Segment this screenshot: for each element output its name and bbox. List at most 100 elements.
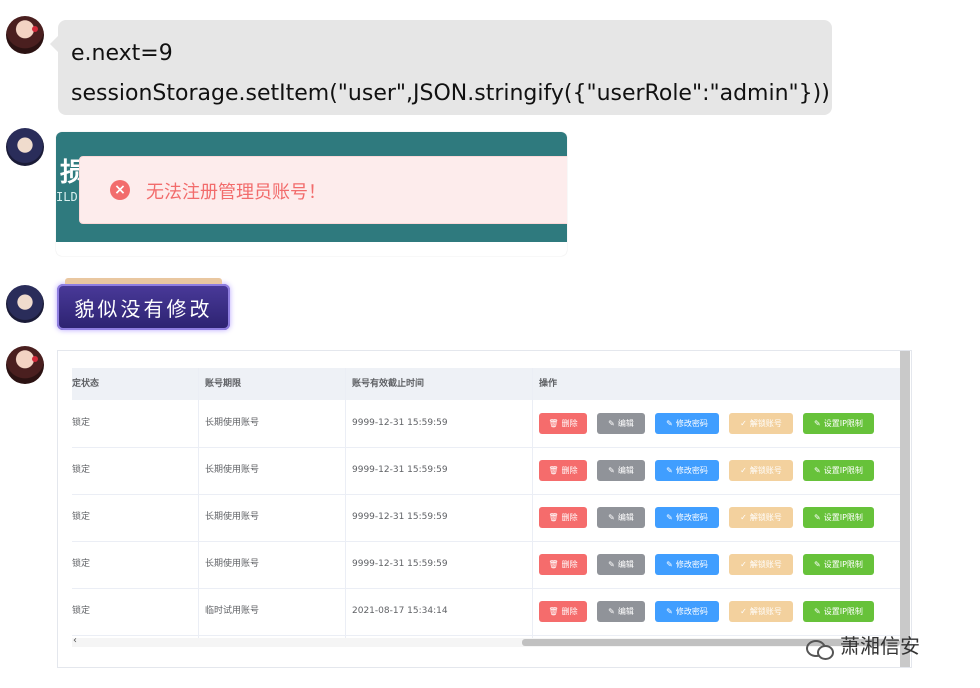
scroll-left-arrow[interactable]: ‹ — [73, 635, 77, 646]
change-password-label: 修改密码 — [675, 419, 708, 428]
sticker-text: 貌似没有修改 — [74, 297, 213, 321]
edit-label: 编辑 — [617, 560, 634, 569]
pencil-icon: ✎ — [608, 419, 615, 428]
edit-button[interactable]: ✎ 编辑 — [597, 507, 645, 528]
change-password-label: 修改密码 — [675, 607, 708, 616]
change-password-button[interactable]: ✎ 修改密码 — [655, 554, 719, 575]
delete-button[interactable]: 🗑 删除 — [539, 460, 587, 481]
check-icon: ✓ — [740, 607, 747, 616]
ip-limit-label: 设置IP限制 — [823, 419, 863, 428]
pencil-icon: ✎ — [666, 560, 673, 569]
cell-term: 长期使用账号 — [205, 559, 260, 569]
delete-label: 删除 — [561, 607, 578, 616]
trash-icon: 🗑 — [548, 560, 559, 569]
cell-status: 锁定 — [72, 606, 91, 616]
delete-button[interactable]: 🗑 删除 — [539, 413, 587, 434]
unlock-label: 解锁账号 — [749, 513, 782, 522]
pencil-icon: ✎ — [666, 513, 673, 522]
cell-term: 临时试用账号 — [205, 606, 260, 616]
alert-message: 无法注册管理员账号！ — [146, 182, 326, 203]
trash-icon: 🗑 — [548, 513, 559, 522]
avatar[interactable] — [6, 285, 44, 323]
vertical-scrollbar[interactable] — [900, 351, 910, 667]
chat-message-table-image[interactable]: 定状态 账号期限 账号有效截止时间 操作 锁定 长期使用账号 9999-12-3… — [57, 350, 912, 668]
avatar[interactable] — [6, 16, 44, 54]
ip-limit-label: 设置IP限制 — [823, 607, 863, 616]
ip-limit-label: 设置IP限制 — [823, 560, 863, 569]
cell-expire: 9999-12-31 15:59:59 — [352, 559, 448, 569]
edit-button[interactable]: ✎ 编辑 — [597, 460, 645, 481]
avatar[interactable] — [6, 346, 44, 384]
header-status: 定状态 — [72, 379, 100, 389]
avatar-accent — [32, 26, 38, 32]
edit-button[interactable]: ✎ 编辑 — [597, 413, 645, 434]
table-header: 定状态 账号期限 账号有效截止时间 操作 — [72, 368, 900, 400]
unlock-button[interactable]: ✓ 解锁账号 — [729, 554, 793, 575]
ip-limit-button[interactable]: ✎ 设置IP限制 — [803, 413, 874, 434]
pencil-icon: ✎ — [666, 419, 673, 428]
pencil-icon: ✎ — [608, 607, 615, 616]
cell-expire: 9999-12-31 15:59:59 — [352, 465, 448, 475]
trash-icon: 🗑 — [548, 607, 559, 616]
edit-label: 编辑 — [617, 419, 634, 428]
ip-limit-label: 设置IP限制 — [823, 466, 863, 475]
delete-label: 删除 — [561, 560, 578, 569]
edit-label: 编辑 — [617, 607, 634, 616]
unlock-button[interactable]: ✓ 解锁账号 — [729, 507, 793, 528]
ip-limit-button[interactable]: ✎ 设置IP限制 — [803, 460, 874, 481]
pencil-icon: ✎ — [814, 560, 821, 569]
check-icon: ✓ — [740, 560, 747, 569]
change-password-button[interactable]: ✎ 修改密码 — [655, 601, 719, 622]
trash-icon: 🗑 — [548, 419, 559, 428]
table-row: 锁定 长期使用账号 9999-12-31 15:59:59 🗑 删除 ✎ 编辑 ✎ 修… — [72, 447, 900, 495]
code-line: sessionStorage.setItem("user",JSON.strin… — [71, 81, 830, 106]
table-row: 锁定 长期使用账号 9999-12-31 15:59:59 🗑 删除 ✎ 编辑 ✎ 修… — [72, 400, 900, 448]
change-password-button[interactable]: ✎ 修改密码 — [655, 507, 719, 528]
check-icon: ✓ — [740, 513, 747, 522]
change-password-button[interactable]: ✎ 修改密码 — [655, 460, 719, 481]
pencil-icon: ✎ — [814, 466, 821, 475]
cell-expire: 9999-12-31 15:59:59 — [352, 418, 448, 428]
delete-button[interactable]: 🗑 删除 — [539, 554, 587, 575]
chat-message-image[interactable]: 损 ILD × 无法注册管理员账号！ — [56, 132, 567, 256]
cell-status: 锁定 — [72, 465, 91, 475]
check-icon: ✓ — [740, 419, 747, 428]
pencil-icon: ✎ — [666, 466, 673, 475]
pencil-icon: ✎ — [814, 513, 821, 522]
unlock-label: 解锁账号 — [749, 419, 782, 428]
ip-limit-button[interactable]: ✎ 设置IP限制 — [803, 554, 874, 575]
change-password-button[interactable]: ✎ 修改密码 — [655, 413, 719, 434]
error-alert: × 无法注册管理员账号！ — [79, 156, 567, 224]
cell-expire: 9999-12-31 15:59:59 — [352, 512, 448, 522]
delete-label: 删除 — [561, 466, 578, 475]
header-expire: 账号有效截止时间 — [352, 379, 425, 389]
ip-limit-button[interactable]: ✎ 设置IP限制 — [803, 601, 874, 622]
edit-button[interactable]: ✎ 编辑 — [597, 601, 645, 622]
cell-expire: 2021-08-17 15:34:14 — [352, 606, 448, 616]
edit-label: 编辑 — [617, 466, 634, 475]
unlock-button[interactable]: ✓ 解锁账号 — [729, 460, 793, 481]
delete-button[interactable]: 🗑 删除 — [539, 507, 587, 528]
pencil-icon: ✎ — [666, 607, 673, 616]
edit-label: 编辑 — [617, 513, 634, 522]
ip-limit-label: 设置IP限制 — [823, 513, 863, 522]
ip-limit-button[interactable]: ✎ 设置IP限制 — [803, 507, 874, 528]
chat-message-code[interactable]: e.next=9 sessionStorage.setItem("user",J… — [50, 20, 832, 115]
table-row: 锁定 长期使用账号 9999-12-31 15:59:59 🗑 删除 ✎ 编辑 ✎ 修… — [72, 494, 900, 542]
table-row: 锁定 长期使用账号 9999-12-31 15:59:59 🗑 删除 ✎ 编辑 ✎ 修… — [72, 541, 900, 589]
unlock-button[interactable]: ✓ 解锁账号 — [729, 413, 793, 434]
avatar[interactable] — [6, 128, 44, 166]
cell-term: 长期使用账号 — [205, 418, 260, 428]
unlock-label: 解锁账号 — [749, 466, 782, 475]
cell-term: 长期使用账号 — [205, 512, 260, 522]
chat-sticker[interactable]: 貌似没有修改 — [57, 278, 230, 330]
watermark: 萧湘信安 — [806, 630, 920, 660]
delete-button[interactable]: 🗑 删除 — [539, 601, 587, 622]
unlock-label: 解锁账号 — [749, 560, 782, 569]
change-password-label: 修改密码 — [675, 513, 708, 522]
trash-icon: 🗑 — [548, 466, 559, 475]
delete-label: 删除 — [561, 513, 578, 522]
unlock-button[interactable]: ✓ 解锁账号 — [729, 601, 793, 622]
avatar-accent — [32, 356, 38, 362]
edit-button[interactable]: ✎ 编辑 — [597, 554, 645, 575]
